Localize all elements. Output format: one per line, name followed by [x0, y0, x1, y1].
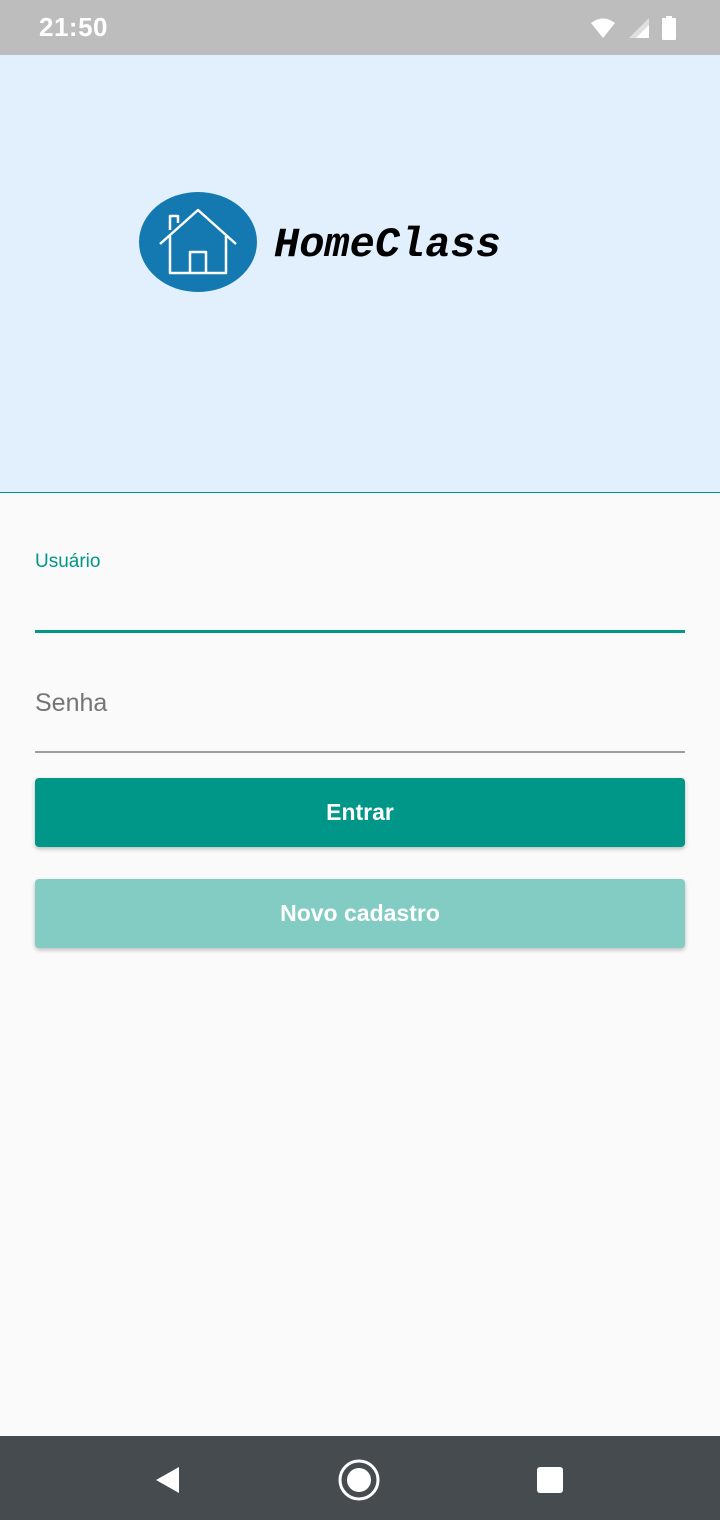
- register-button[interactable]: Novo cadastro: [35, 879, 685, 948]
- recents-button[interactable]: [528, 1458, 572, 1502]
- battery-icon: [662, 16, 676, 40]
- house-icon: [159, 208, 237, 275]
- status-bar: 21:50: [0, 0, 720, 55]
- back-button[interactable]: [145, 1458, 189, 1502]
- status-icons: [590, 16, 676, 40]
- username-field[interactable]: [35, 584, 685, 630]
- app-name: HomeClass: [274, 221, 501, 269]
- login-button[interactable]: Entrar: [35, 778, 685, 847]
- logo: [139, 192, 257, 292]
- navigation-bar: [0, 1436, 720, 1520]
- username-label: Usuário: [35, 551, 101, 572]
- password-underline: [35, 751, 685, 753]
- header-banner: HomeClass: [0, 55, 720, 493]
- home-icon: [338, 1459, 380, 1501]
- status-time: 21:50: [39, 12, 108, 42]
- wifi-icon: [591, 18, 615, 38]
- login-screen: 21:50 HomeClass Usuário Entrar Novo cada…: [0, 0, 720, 1520]
- signal-icon: [629, 18, 649, 38]
- recents-icon: [537, 1467, 563, 1493]
- username-underline: [35, 630, 685, 633]
- back-icon: [156, 1467, 179, 1493]
- password-field[interactable]: [35, 680, 685, 726]
- home-button[interactable]: [337, 1458, 381, 1502]
